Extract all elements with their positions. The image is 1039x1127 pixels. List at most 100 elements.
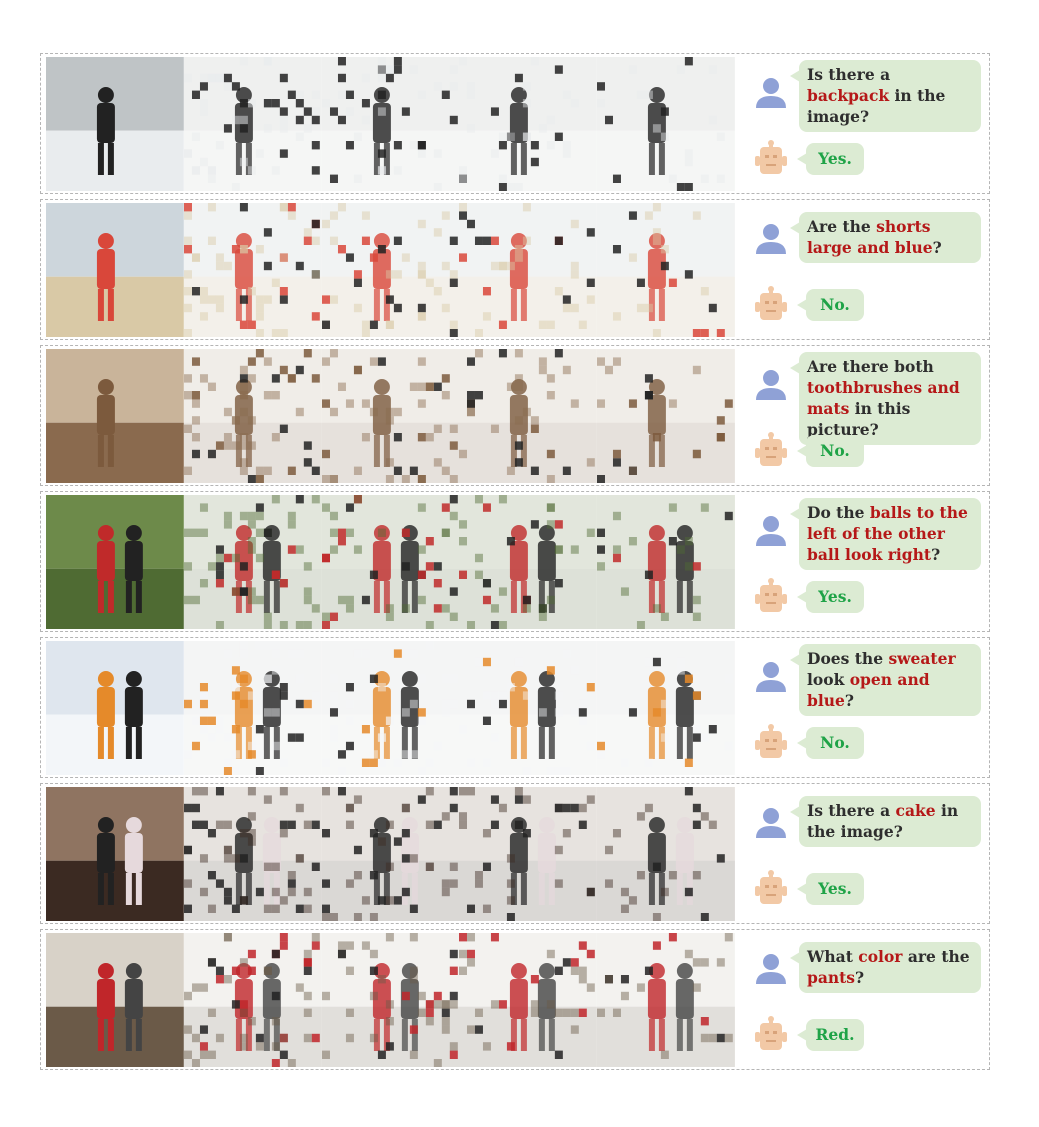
token-patch: [279, 787, 288, 796]
person-leg: [263, 581, 270, 613]
token-patch: [183, 149, 192, 158]
token-patch: [555, 845, 564, 855]
token-patch: [239, 649, 248, 658]
person-leg: [97, 435, 104, 467]
token-patch: [255, 750, 264, 759]
person-leg: [649, 727, 656, 759]
person-body: [676, 833, 695, 873]
person-leg: [511, 727, 518, 759]
token-patch: [199, 528, 208, 537]
token-patch: [653, 941, 662, 950]
token-patch: [287, 887, 296, 897]
token-patch: [693, 365, 702, 375]
token-patch: [483, 312, 492, 321]
token-patch: [321, 295, 330, 304]
token-patch: [531, 424, 540, 433]
token-patch: [239, 1033, 248, 1043]
token-patch: [571, 270, 580, 279]
token-patch: [287, 203, 296, 212]
token-patch: [353, 278, 362, 287]
token-patch: [279, 621, 288, 629]
token-patch: [409, 966, 418, 975]
token-patch: [369, 570, 378, 579]
token-patch: [677, 183, 686, 191]
token-patch: [191, 391, 200, 400]
token-patch: [353, 845, 362, 855]
token-patch: [199, 820, 208, 829]
token-patch: [369, 991, 378, 1001]
token-patch: [303, 441, 312, 450]
token-patch: [597, 99, 606, 108]
token-patch: [433, 820, 442, 829]
token-patch: [491, 261, 500, 271]
token-patch: [377, 758, 386, 767]
token-patch: [483, 904, 492, 913]
token-patch: [361, 649, 370, 658]
token-patch: [531, 1008, 540, 1017]
original-image: [46, 933, 184, 1067]
token-patch: [409, 904, 418, 913]
question-text: What: [807, 947, 859, 966]
token-patch: [475, 349, 484, 358]
question-text: Is there a: [807, 65, 891, 84]
person-leg: [511, 289, 518, 321]
scene-drawing: [46, 933, 184, 1067]
token-patch: [223, 553, 232, 563]
token-patch: [183, 203, 192, 212]
token-patch: [669, 503, 678, 512]
token-patch: [321, 879, 330, 888]
token-patch: [295, 733, 304, 742]
token-patch: [629, 399, 638, 408]
qa-panel: Are the shorts large and blue? No.: [746, 200, 989, 339]
token-patch: [539, 612, 548, 621]
token-patch: [653, 862, 662, 871]
token-patch: [385, 458, 394, 467]
token-patch: [449, 115, 458, 125]
token-patch: [337, 528, 346, 537]
token-patch: [653, 228, 662, 237]
token-patch: [483, 829, 492, 838]
token-patch: [183, 374, 192, 383]
token-patch: [199, 99, 208, 108]
token-patch: [295, 365, 304, 375]
token-patch: [571, 966, 580, 975]
token-patch: [321, 553, 330, 563]
image-sequence: [46, 349, 735, 483]
token-patch: [199, 983, 208, 992]
token-patch: [669, 399, 678, 408]
token-patch: [441, 604, 450, 613]
token-patch: [263, 904, 272, 913]
person-head: [511, 963, 528, 979]
token-patch: [425, 820, 434, 829]
token-patch: [483, 236, 492, 245]
token-patch: [449, 674, 458, 683]
token-patch: [515, 73, 524, 83]
token-patch: [409, 933, 418, 942]
token-patch: [539, 365, 548, 375]
token-patch: [563, 303, 572, 313]
token-patch: [449, 1050, 458, 1059]
token-patch: [709, 65, 718, 74]
token-patch: [507, 466, 516, 475]
token-patch: [231, 904, 240, 913]
token-patch: [303, 699, 312, 709]
token-patch: [183, 562, 192, 571]
token-patch: [441, 879, 450, 888]
token-patch: [199, 73, 208, 83]
token-patch: [337, 750, 346, 759]
token-patch: [215, 570, 224, 579]
highlighted-phrase: cake: [895, 801, 936, 820]
token-patch: [539, 604, 548, 613]
example-row: Are there both toothbrushes and mats in …: [40, 345, 990, 486]
token-patch: [239, 441, 248, 450]
token-patch: [239, 674, 248, 683]
token-patch: [361, 433, 370, 442]
token-patch: [693, 595, 702, 605]
token-patch: [621, 991, 630, 1001]
token-pruned-image: [459, 641, 598, 775]
token-patch: [247, 320, 256, 329]
token-patch: [677, 65, 686, 74]
token-patch: [449, 612, 458, 621]
token-patch: [199, 787, 208, 796]
token-patch: [311, 236, 320, 245]
